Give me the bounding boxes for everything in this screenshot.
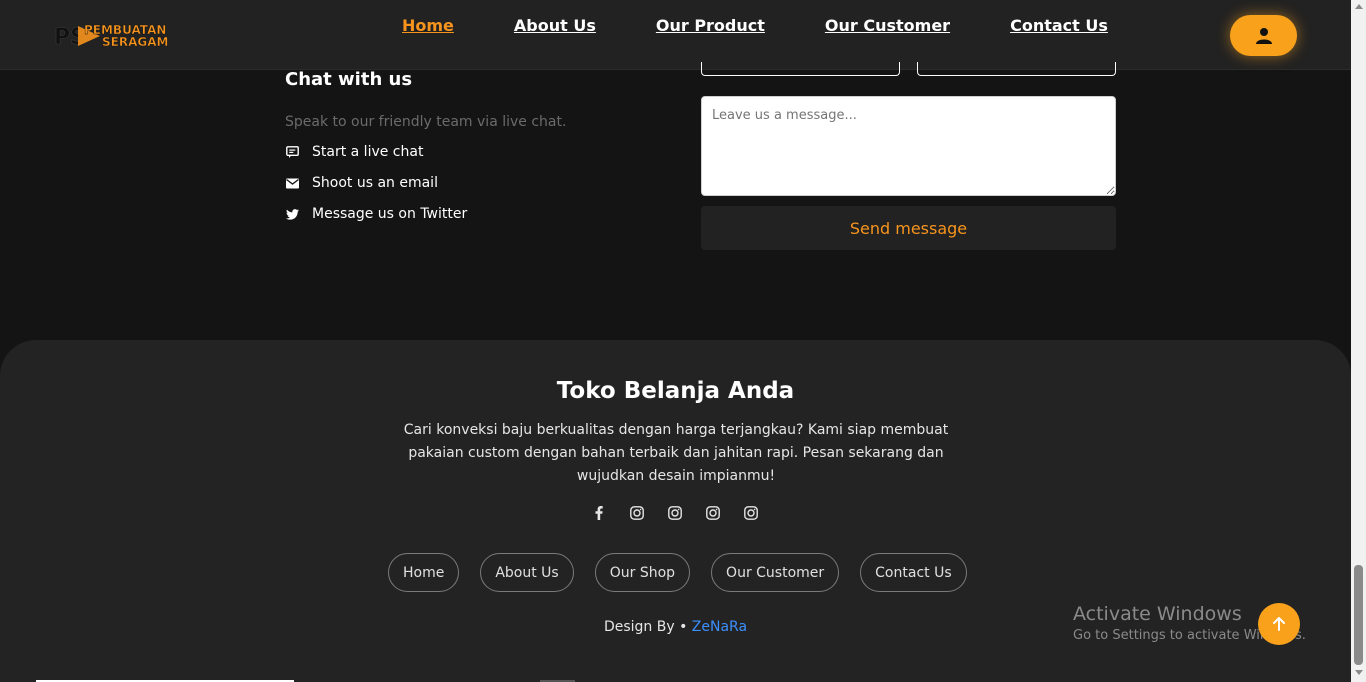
credit-prefix: Design By •	[603, 619, 688, 635]
nav-link-contact-us[interactable]: Contact Us	[1010, 16, 1108, 35]
scroll-up-arrow-icon[interactable]	[1355, 4, 1363, 9]
user-icon	[1255, 27, 1272, 44]
nav-link-home[interactable]: Home	[402, 16, 454, 35]
navbar: PS PEMBUATAN SERAGAM Home About Us Our P…	[0, 0, 1351, 70]
footer-link-home[interactable]: Home	[388, 553, 460, 592]
chat-title: Chat with us	[285, 69, 413, 90]
instagram-icon[interactable]	[704, 504, 722, 522]
credit-author-link[interactable]: ZeNaRa	[692, 619, 747, 635]
mail-icon	[285, 176, 299, 190]
start-live-chat-link[interactable]: Start a live chat	[285, 144, 423, 160]
svg-text:SERAGAM: SERAGAM	[102, 35, 168, 49]
user-account-button[interactable]	[1230, 15, 1297, 56]
email-link[interactable]: Shoot us an email	[285, 175, 438, 191]
instagram-icon[interactable]	[628, 504, 646, 522]
instagram-icon[interactable]	[742, 504, 760, 522]
footer-description: Cari konveksi baju berkualitas dengan ha…	[403, 422, 949, 484]
message-textarea[interactable]	[701, 96, 1116, 196]
chat-subtitle: Speak to our friendly team via live chat…	[285, 114, 567, 130]
arrow-up-icon	[1273, 617, 1285, 631]
send-message-button[interactable]: Send message	[701, 206, 1116, 250]
first-name-input[interactable]	[701, 62, 900, 76]
main-nav: Home About Us Our Product Our Customer C…	[402, 16, 1168, 35]
scrollbar-thumb[interactable]	[1354, 565, 1363, 665]
twitter-label: Message us on Twitter	[312, 206, 468, 222]
page-scrollbar[interactable]	[1351, 0, 1366, 682]
activate-windows-title: Activate Windows	[1073, 603, 1242, 625]
instagram-icon[interactable]	[666, 504, 684, 522]
nav-link-our-product[interactable]: Our Product	[656, 16, 765, 35]
social-links	[590, 504, 780, 522]
footer-link-contact-us[interactable]: Contact Us	[860, 553, 967, 592]
nav-link-about-us[interactable]: About Us	[514, 16, 596, 35]
scroll-down-arrow-icon[interactable]	[1355, 670, 1363, 675]
nav-link-our-customer[interactable]: Our Customer	[825, 16, 950, 35]
footer-link-our-shop[interactable]: Our Shop	[594, 553, 691, 592]
back-to-top-button[interactable]	[1258, 603, 1300, 645]
footer-title: Toko Belanja Anda	[556, 378, 795, 404]
start-live-chat-label: Start a live chat	[312, 144, 424, 160]
brand-logo[interactable]: PS PEMBUATAN SERAGAM	[54, 20, 186, 50]
footer-link-our-customer[interactable]: Our Customer	[711, 553, 840, 592]
email-label: Shoot us an email	[312, 175, 438, 191]
twitter-link[interactable]: Message us on Twitter	[285, 206, 467, 222]
footer-nav: Home About Us Our Shop Our Customer Cont…	[388, 553, 988, 592]
twitter-icon	[285, 207, 299, 221]
footer-link-about-us[interactable]: About Us	[480, 553, 574, 592]
last-name-input[interactable]	[917, 62, 1116, 76]
facebook-icon[interactable]	[590, 504, 608, 522]
chat-icon	[285, 145, 299, 159]
